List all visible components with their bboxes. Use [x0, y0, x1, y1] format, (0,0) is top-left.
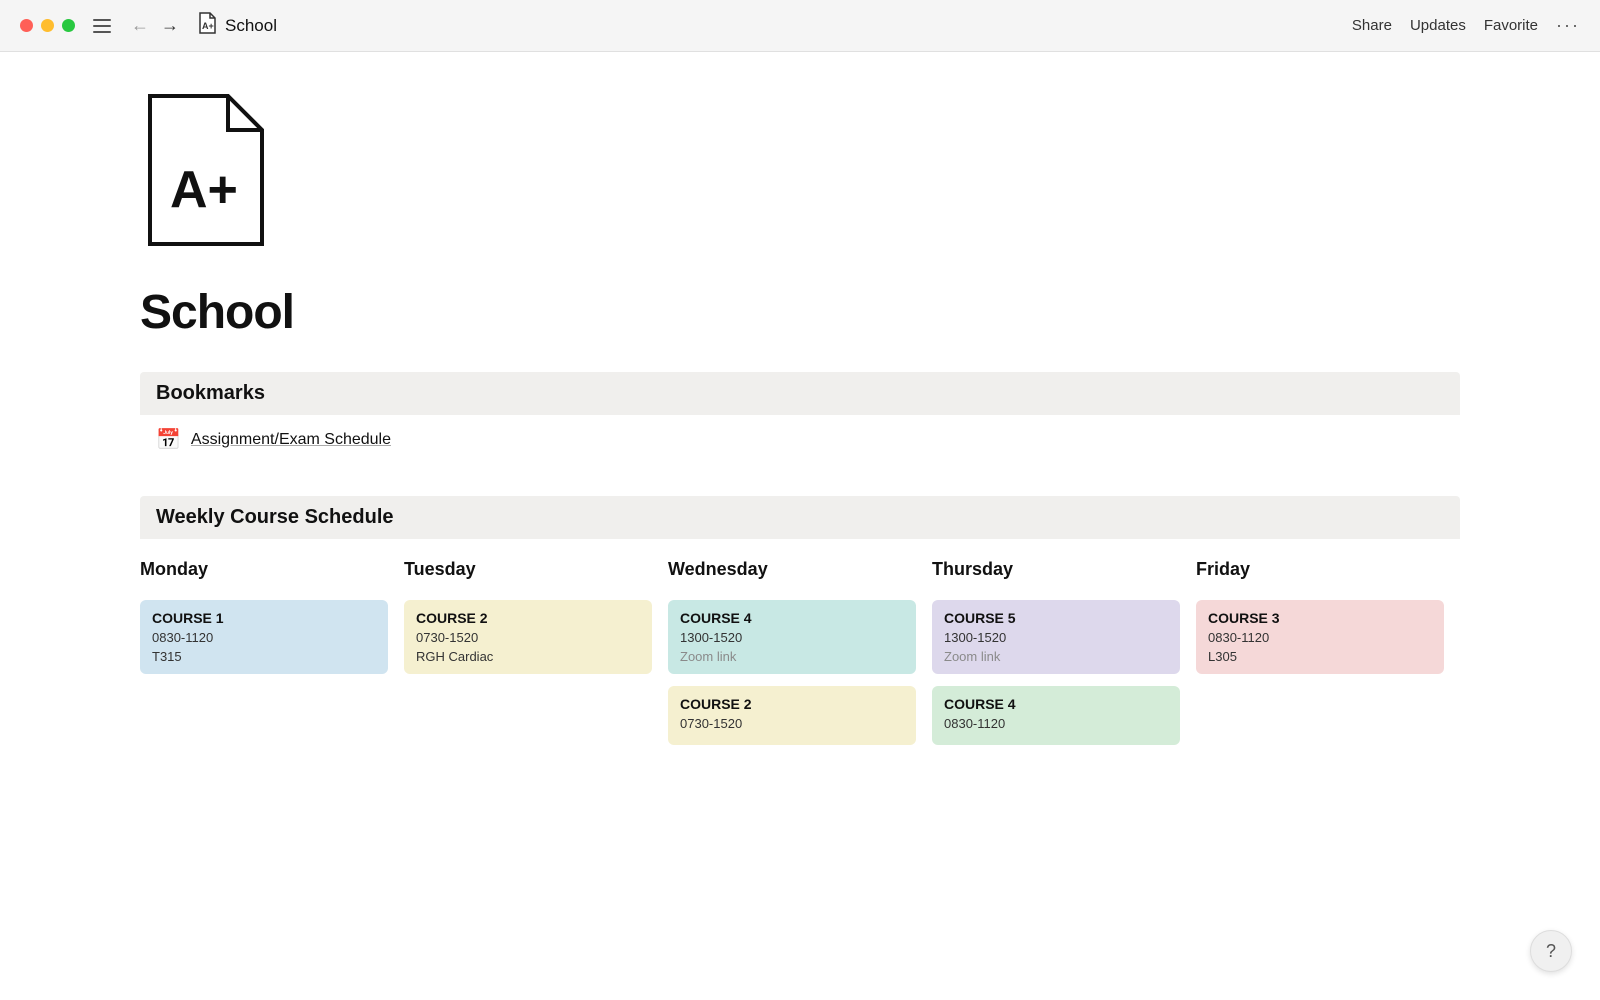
- document-icon: A+: [140, 92, 270, 252]
- svg-text:A+: A+: [170, 161, 238, 219]
- share-button[interactable]: Share: [1352, 17, 1392, 34]
- course-time: 0730-1520: [416, 630, 640, 645]
- svg-text:A+: A+: [202, 21, 214, 31]
- page-icon-small: A+: [197, 12, 217, 39]
- monday-column: Monday COURSE 1 0830-1120 T315: [140, 559, 404, 757]
- course-time: 1300-1520: [680, 630, 904, 645]
- course-card-monday-1[interactable]: COURSE 1 0830-1120 T315: [140, 600, 388, 674]
- course-name: COURSE 5: [944, 610, 1168, 626]
- course-time: 0730-1520: [680, 716, 904, 731]
- course-room: RGH Cardiac: [416, 649, 640, 664]
- days-grid: Monday COURSE 1 0830-1120 T315 Tuesday C…: [140, 559, 1460, 757]
- course-card-wednesday-2[interactable]: COURSE 2 0730-1520: [668, 686, 916, 745]
- course-room: L305: [1208, 649, 1432, 664]
- tuesday-column: Tuesday COURSE 2 0730-1520 RGH Cardiac: [404, 559, 668, 757]
- minimize-button[interactable]: [41, 19, 54, 32]
- thursday-header: Thursday: [932, 559, 1180, 580]
- page-icon-title: A+ School: [197, 12, 277, 39]
- schedule-section-header: Weekly Course Schedule: [140, 496, 1460, 539]
- nav-arrows: ← →: [127, 15, 183, 36]
- tuesday-header: Tuesday: [404, 559, 652, 580]
- friday-header: Friday: [1196, 559, 1444, 580]
- page-heading: School: [140, 285, 1460, 340]
- bookmark-emoji: 📅: [156, 427, 181, 452]
- course-time: 0830-1120: [1208, 630, 1432, 645]
- course-card-wednesday-1[interactable]: COURSE 4 1300-1520 Zoom link: [668, 600, 916, 674]
- titlebar-actions: Share Updates Favorite ···: [1352, 15, 1580, 36]
- fullscreen-button[interactable]: [62, 19, 75, 32]
- close-button[interactable]: [20, 19, 33, 32]
- schedule-section: Weekly Course Schedule Monday COURSE 1 0…: [140, 496, 1460, 757]
- bookmarks-section: Bookmarks 📅 Assignment/Exam Schedule: [140, 372, 1460, 464]
- course-name: COURSE 4: [944, 696, 1168, 712]
- titlebar: ← → A+ School Share Updates Favorite ···: [0, 0, 1600, 52]
- course-time: 1300-1520: [944, 630, 1168, 645]
- updates-button[interactable]: Updates: [1410, 17, 1466, 34]
- bookmark-link[interactable]: Assignment/Exam Schedule: [191, 431, 391, 449]
- wednesday-header: Wednesday: [668, 559, 916, 580]
- course-name: COURSE 2: [416, 610, 640, 626]
- traffic-lights: [20, 19, 75, 32]
- course-name: COURSE 2: [680, 696, 904, 712]
- course-zoom[interactable]: Zoom link: [680, 649, 904, 664]
- course-card-tuesday-1[interactable]: COURSE 2 0730-1520 RGH Cardiac: [404, 600, 652, 674]
- bookmark-item[interactable]: 📅 Assignment/Exam Schedule: [140, 415, 1460, 464]
- friday-column: Friday COURSE 3 0830-1120 L305: [1196, 559, 1460, 757]
- course-card-thursday-2[interactable]: COURSE 4 0830-1120: [932, 686, 1180, 745]
- page-icon-large: A+: [140, 92, 1460, 257]
- course-zoom[interactable]: Zoom link: [944, 649, 1168, 664]
- more-options-button[interactable]: ···: [1556, 15, 1580, 36]
- thursday-column: Thursday COURSE 5 1300-1520 Zoom link CO…: [932, 559, 1196, 757]
- course-time: 0830-1120: [944, 716, 1168, 731]
- course-room: T315: [152, 649, 376, 664]
- help-button[interactable]: ?: [1530, 930, 1572, 972]
- course-card-friday-1[interactable]: COURSE 3 0830-1120 L305: [1196, 600, 1444, 674]
- hamburger-menu[interactable]: [93, 19, 111, 33]
- course-name: COURSE 3: [1208, 610, 1432, 626]
- course-name: COURSE 1: [152, 610, 376, 626]
- back-arrow[interactable]: ←: [127, 15, 153, 36]
- course-name: COURSE 4: [680, 610, 904, 626]
- course-time: 0830-1120: [152, 630, 376, 645]
- forward-arrow[interactable]: →: [157, 15, 183, 36]
- bookmarks-section-header: Bookmarks: [140, 372, 1460, 415]
- wednesday-column: Wednesday COURSE 4 1300-1520 Zoom link C…: [668, 559, 932, 757]
- main-content: A+ School Bookmarks 📅 Assignment/Exam Sc…: [0, 52, 1600, 849]
- course-card-thursday-1[interactable]: COURSE 5 1300-1520 Zoom link: [932, 600, 1180, 674]
- monday-header: Monday: [140, 559, 388, 580]
- favorite-button[interactable]: Favorite: [1484, 17, 1538, 34]
- titlebar-page-title: School: [225, 16, 277, 36]
